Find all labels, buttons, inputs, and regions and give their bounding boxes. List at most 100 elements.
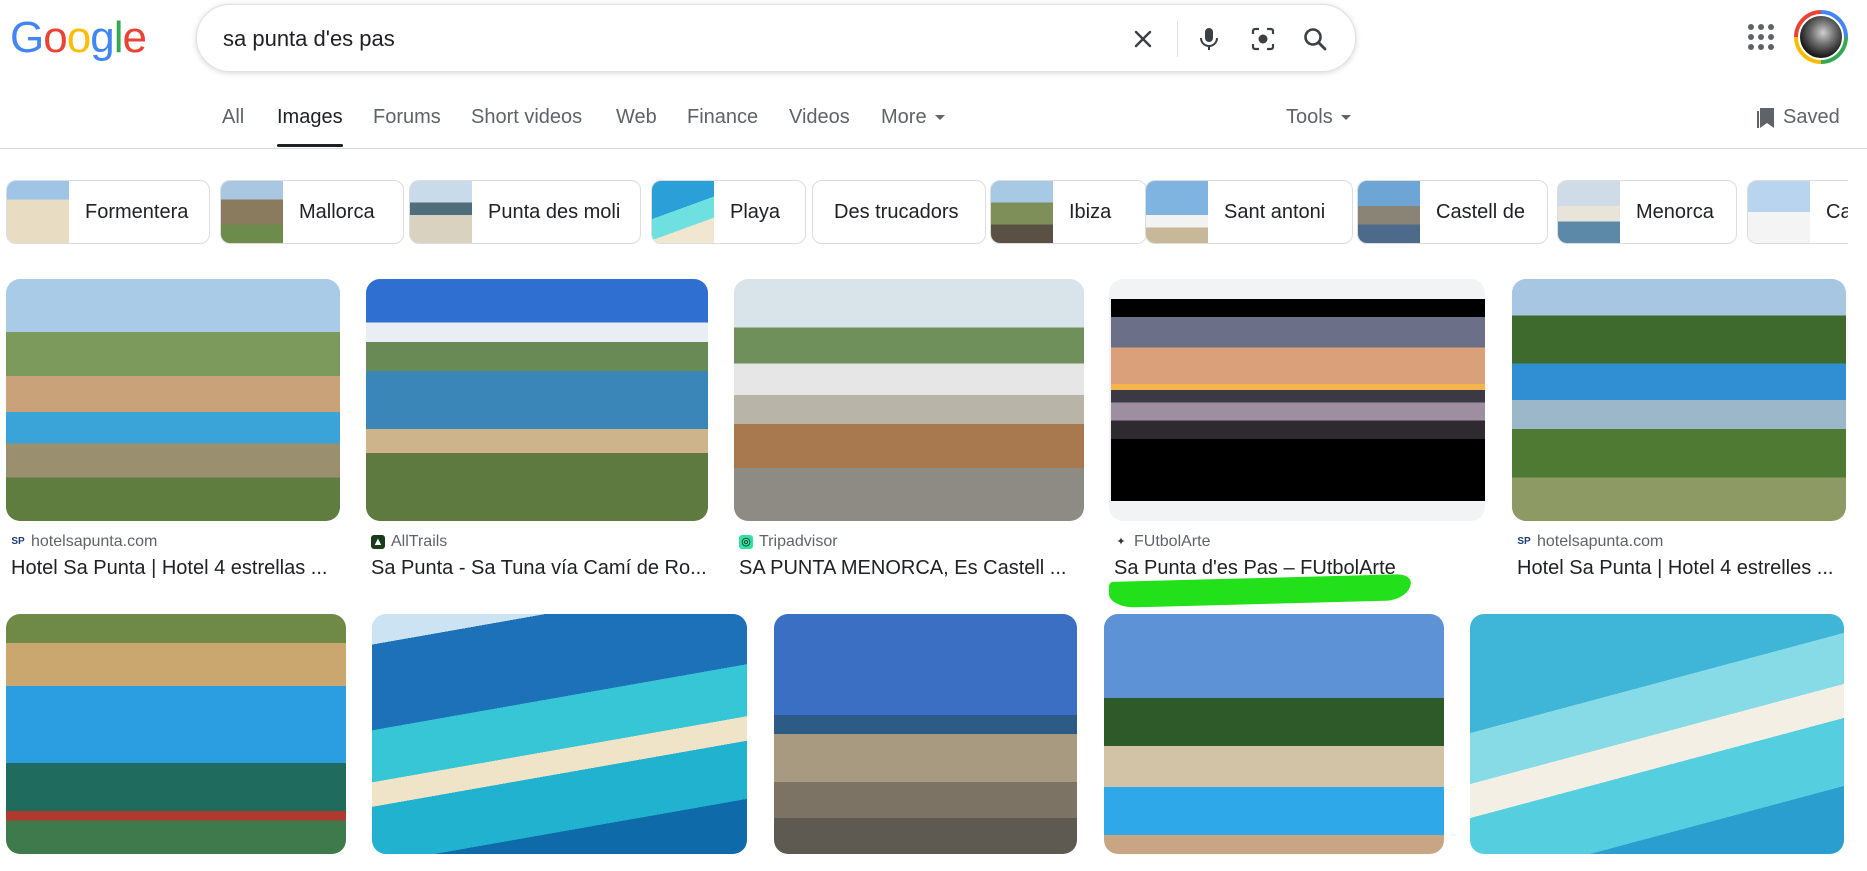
result-title[interactable]: Hotel Sa Punta | Hotel 4 estrelles ...	[1517, 557, 1845, 580]
result-card[interactable]: ◎ Tripadvisor SA PUNTA MENORCA, Es Castel…	[734, 279, 1084, 579]
apps-grid-icon[interactable]	[1746, 22, 1776, 52]
chip-formentera[interactable]: Formentera	[6, 180, 210, 244]
result-source[interactable]: ✦ FUtbolArte	[1114, 533, 1210, 551]
result-image[interactable]	[1109, 279, 1485, 521]
chip-thumbnail	[1146, 181, 1208, 243]
tools-label: Tools	[1286, 106, 1333, 128]
result-title[interactable]: Sa Punta - Sa Tuna vía Camí de Ro...	[371, 557, 707, 580]
account-avatar[interactable]	[1794, 10, 1848, 64]
chip-label: Ca	[1826, 200, 1848, 223]
favicon-icon: ✦	[1116, 536, 1126, 548]
logo-letter: o	[66, 13, 92, 62]
chip-sant-antoni[interactable]: Sant antoni	[1145, 180, 1353, 244]
result-image[interactable]	[774, 614, 1077, 854]
result-source[interactable]: SP hotelsapunta.com	[11, 533, 157, 551]
chip-mallorca[interactable]: Mallorca	[220, 180, 404, 244]
microphone-icon[interactable]	[1191, 21, 1227, 57]
chip-menorca[interactable]: Menorca	[1557, 180, 1737, 244]
result-image[interactable]	[366, 279, 708, 521]
result-card[interactable]	[1470, 614, 1844, 854]
chip-label: Ibiza	[1069, 200, 1112, 223]
result-source-label: Tripadvisor	[759, 533, 838, 550]
result-card[interactable]: SP hotelsapunta.com Hotel Sa Punta | Hote…	[1512, 279, 1846, 579]
chip-playa[interactable]: Playa	[651, 180, 806, 244]
result-source-label: hotelsapunta.com	[1537, 533, 1664, 550]
chip-label: Castell de	[1436, 200, 1525, 223]
search-box[interactable]: sa punta d'es pas	[196, 4, 1356, 72]
tab-videos[interactable]: Videos	[789, 106, 850, 129]
chip-ca[interactable]: Ca	[1747, 180, 1848, 244]
result-source-label: AllTrails	[391, 533, 448, 550]
chip-thumbnail	[1558, 181, 1620, 243]
chip-label: Des trucadors	[834, 200, 959, 223]
favicon-icon: SP	[1517, 536, 1531, 547]
lens-camera-icon[interactable]	[1245, 21, 1281, 57]
sunset-scene	[1111, 317, 1485, 439]
chevron-down-icon	[1340, 115, 1351, 121]
chip-label: Formentera	[85, 200, 189, 223]
logo-letter: G	[10, 13, 44, 62]
result-image[interactable]	[372, 614, 747, 854]
result-card[interactable]	[774, 614, 1077, 854]
favicon-icon: ▲	[371, 535, 385, 549]
result-image[interactable]	[1470, 614, 1844, 854]
tab-more-label: More	[881, 106, 927, 128]
result-image[interactable]	[6, 614, 346, 854]
result-card[interactable]	[1104, 614, 1444, 854]
clear-icon[interactable]	[1125, 21, 1161, 57]
result-image[interactable]	[734, 279, 1084, 521]
tab-all[interactable]: All	[222, 106, 244, 129]
result-title[interactable]: SA PUNTA MENORCA, Es Castell ...	[739, 557, 1083, 580]
result-image[interactable]	[1512, 279, 1846, 521]
tab-forums[interactable]: Forums	[373, 106, 441, 129]
chip-ibiza[interactable]: Ibiza	[990, 180, 1147, 244]
tab-web[interactable]: Web	[616, 106, 657, 129]
result-source[interactable]: SP hotelsapunta.com	[1517, 533, 1663, 551]
tab-short-videos[interactable]: Short videos	[471, 106, 582, 129]
tab-images[interactable]: Images	[277, 106, 343, 147]
result-card[interactable]: ▲ AllTrails Sa Punta - Sa Tuna vía Camí d…	[366, 279, 708, 579]
chip-label: Punta des moli	[488, 200, 621, 223]
chip-des-trucadors[interactable]: Des trucadors	[812, 180, 986, 244]
result-card[interactable]: ✦ FUtbolArte Sa Punta d'es Pas – FUtbolAr…	[1108, 279, 1485, 608]
chip-thumbnail	[1358, 181, 1420, 243]
logo-letter: l	[113, 13, 124, 62]
saved-button[interactable]: Saved	[1757, 106, 1840, 129]
tab-finance[interactable]: Finance	[687, 106, 758, 129]
google-logo[interactable]: Google	[10, 8, 147, 68]
result-image[interactable]	[6, 279, 340, 521]
result-card[interactable]	[6, 614, 346, 854]
search-tabs: All Images Forums Short videos Web Finan…	[0, 96, 1867, 149]
search-input[interactable]: sa punta d'es pas	[223, 26, 395, 52]
chip-label: Menorca	[1636, 200, 1714, 223]
result-source-label: hotelsapunta.com	[31, 533, 158, 550]
result-image[interactable]	[1104, 614, 1444, 854]
result-source-label: FUtbolArte	[1134, 533, 1211, 550]
chip-thumbnail	[410, 181, 472, 243]
chip-label: Playa	[730, 200, 781, 223]
result-card[interactable]	[372, 614, 747, 854]
avatar-photo	[1798, 14, 1844, 60]
related-searches: Formentera Mallorca Punta des moli Playa…	[6, 180, 1848, 246]
result-title[interactable]: Hotel Sa Punta | Hotel 4 estrellas ...	[11, 557, 337, 580]
logo-letter: e	[122, 13, 147, 62]
result-source[interactable]: ▲ AllTrails	[371, 533, 447, 551]
search-icon[interactable]	[1297, 21, 1333, 57]
chevron-down-icon	[934, 115, 945, 121]
bookmark-icon	[1757, 107, 1774, 128]
chip-thumbnail	[652, 181, 714, 243]
tools-button[interactable]: Tools	[1286, 106, 1351, 129]
chip-castell-de[interactable]: Castell de	[1357, 180, 1548, 244]
video-frame	[1111, 299, 1485, 501]
chip-label: Mallorca	[299, 200, 375, 223]
search-divider	[1177, 21, 1178, 57]
logo-letter: g	[90, 13, 115, 62]
chip-label: Sant antoni	[1224, 200, 1326, 223]
logo-letter: o	[43, 13, 68, 62]
result-card[interactable]: SP hotelsapunta.com Hotel Sa Punta | Hote…	[6, 279, 340, 579]
result-source[interactable]: ◎ Tripadvisor	[739, 533, 838, 551]
chip-punta-des-moli[interactable]: Punta des moli	[409, 180, 641, 244]
result-title[interactable]: Sa Punta d'es Pas – FUtbolArte	[1114, 557, 1484, 580]
tab-more[interactable]: More	[881, 106, 945, 129]
favicon-icon: SP	[11, 536, 25, 547]
